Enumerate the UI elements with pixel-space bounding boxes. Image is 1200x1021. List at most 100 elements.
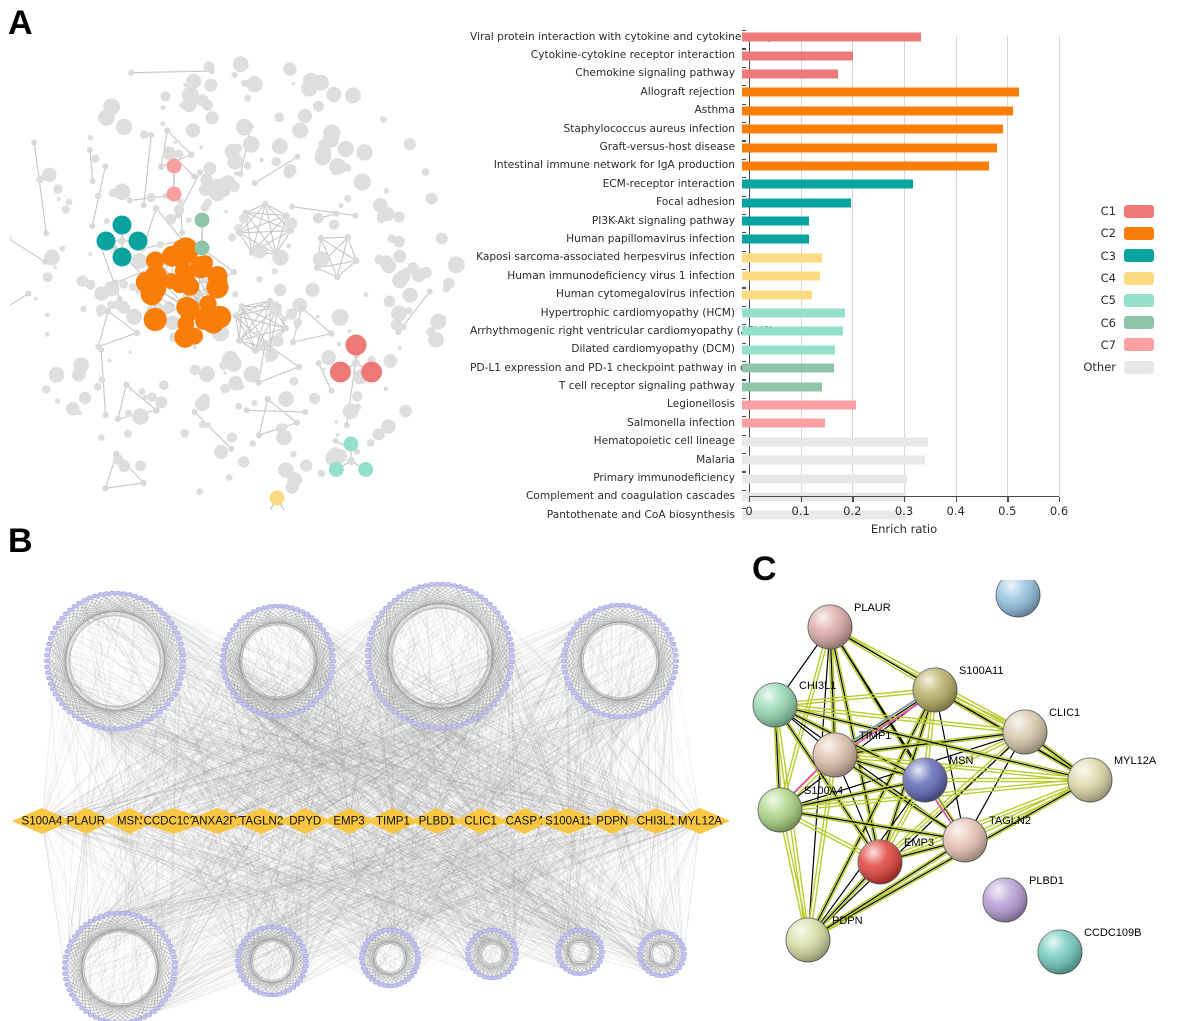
hub-member-node xyxy=(103,912,110,917)
hub-member-node xyxy=(513,951,519,957)
hub-member-node xyxy=(666,686,672,691)
hub-member-node xyxy=(75,1001,82,1006)
network-node xyxy=(147,392,157,402)
hub-member-node xyxy=(44,658,50,664)
hub-member-node xyxy=(574,695,581,700)
bar-category-label: Complement and coagulation cascades xyxy=(526,490,735,503)
network-edge xyxy=(258,399,269,436)
hub-member-node xyxy=(224,680,231,685)
network-node xyxy=(224,143,240,159)
bar-category-label: Kaposi sarcoma-associated herpesvirus in… xyxy=(476,251,735,264)
x-axis-tick-label: 0.4 xyxy=(946,504,965,519)
hub-member-node xyxy=(294,981,300,987)
legend-item-c7[interactable]: C7 xyxy=(1082,334,1192,356)
bar-row: ECM-receptor interaction xyxy=(470,175,1090,193)
network-node xyxy=(174,212,181,219)
cluster-node-c2 xyxy=(174,262,192,279)
hub-member-node xyxy=(62,965,68,971)
legend-item-c4[interactable]: C4 xyxy=(1082,267,1192,289)
x-axis-tick xyxy=(852,497,854,503)
hub-member-node xyxy=(360,965,367,970)
network-node xyxy=(203,198,212,207)
network-node xyxy=(283,167,295,179)
x-axis-tick xyxy=(749,497,751,503)
network-node xyxy=(352,212,359,219)
network-edge xyxy=(33,142,47,234)
bar-row: Intestinal immune network for IgA produc… xyxy=(470,157,1090,175)
bar-row: Staphylococcus aureus infection xyxy=(470,120,1090,138)
legend-item-c3[interactable]: C3 xyxy=(1082,245,1192,267)
network-node xyxy=(87,134,94,141)
hub-member-node xyxy=(157,709,163,715)
hub-member-node xyxy=(150,1009,157,1014)
hub-member-node xyxy=(486,975,493,981)
bipartite-edge xyxy=(41,820,66,969)
hub-member-node xyxy=(313,618,319,624)
network-node xyxy=(283,62,297,76)
panel-b-bipartite-network: S100A4 PLAUR MSN CCDC109B ANXA2P2 TAGLN2 DPYD E… xyxy=(0,556,740,1021)
hub-member-node xyxy=(168,620,175,626)
hub-member-node xyxy=(81,719,88,724)
bar-track xyxy=(742,102,1052,120)
hub-member-node xyxy=(67,709,73,715)
network-node xyxy=(399,404,412,418)
legend-item-c1[interactable]: C1 xyxy=(1082,200,1192,222)
network-node xyxy=(411,267,426,283)
legend-item-c6[interactable]: C6 xyxy=(1082,311,1192,333)
network-node xyxy=(185,217,192,224)
legend-color-swatch xyxy=(1124,338,1154,352)
hub-member-node xyxy=(261,712,268,717)
hub-member-node xyxy=(71,713,78,718)
network-node xyxy=(131,253,148,269)
legend-color-swatch xyxy=(1124,293,1154,307)
network-node xyxy=(237,171,244,178)
y-axis-tick xyxy=(742,30,746,32)
y-axis-tick xyxy=(742,232,746,234)
legend-item-label: C5 xyxy=(1100,293,1116,308)
bar-track xyxy=(742,267,1052,285)
bar-row: PD-L1 expression and PD-1 checkpoint pat… xyxy=(470,359,1090,377)
legend-item-c5[interactable]: C5 xyxy=(1082,289,1192,311)
hub-member-node xyxy=(473,716,479,721)
hub-member-node xyxy=(505,934,511,939)
bar-fill xyxy=(742,179,913,189)
legend-item-label: C3 xyxy=(1100,248,1116,263)
hub-member-node xyxy=(165,992,171,997)
network-node xyxy=(328,330,335,337)
x-axis-tick-label: 0.6 xyxy=(1049,504,1069,519)
hub-member-node xyxy=(256,607,262,612)
hub-member-node xyxy=(396,594,402,599)
hub-member-node xyxy=(473,969,479,974)
network-node xyxy=(91,154,100,163)
hub-member-node xyxy=(132,723,138,729)
network-node xyxy=(380,206,395,222)
bar-row: Cytokine-cytokine receptor interaction xyxy=(470,46,1090,64)
panel-a-module-network xyxy=(10,40,470,510)
bar-fill xyxy=(742,290,812,300)
legend-item-other[interactable]: Other xyxy=(1082,356,1192,378)
bar-track xyxy=(742,46,1052,64)
network-node xyxy=(102,163,109,170)
bar-category-label: T cell receptor signaling pathway xyxy=(558,380,735,393)
hub-member-node xyxy=(46,641,53,647)
network-node xyxy=(126,197,133,204)
network-node xyxy=(251,180,258,187)
bar-row: T cell receptor signaling pathway xyxy=(470,377,1090,395)
hub-member-node xyxy=(302,963,309,969)
hub-member-node xyxy=(48,636,54,641)
y-axis-tick xyxy=(742,452,746,455)
hub-member-node xyxy=(571,626,577,632)
network-node xyxy=(160,121,166,127)
hub-member-node xyxy=(142,719,149,724)
hub-member-node xyxy=(411,969,418,975)
hub-member-node xyxy=(162,934,168,939)
hub-member-node xyxy=(261,605,268,610)
legend-item-c2[interactable]: C2 xyxy=(1082,222,1192,244)
bar-fill xyxy=(742,32,921,42)
cluster-node-c3 xyxy=(128,231,148,251)
hub-member-node xyxy=(379,610,386,615)
bar-row: Viral protein interaction with cytokine … xyxy=(470,28,1090,46)
network-node xyxy=(383,354,398,368)
hub-member-node xyxy=(176,681,182,686)
network-edge xyxy=(98,332,138,348)
